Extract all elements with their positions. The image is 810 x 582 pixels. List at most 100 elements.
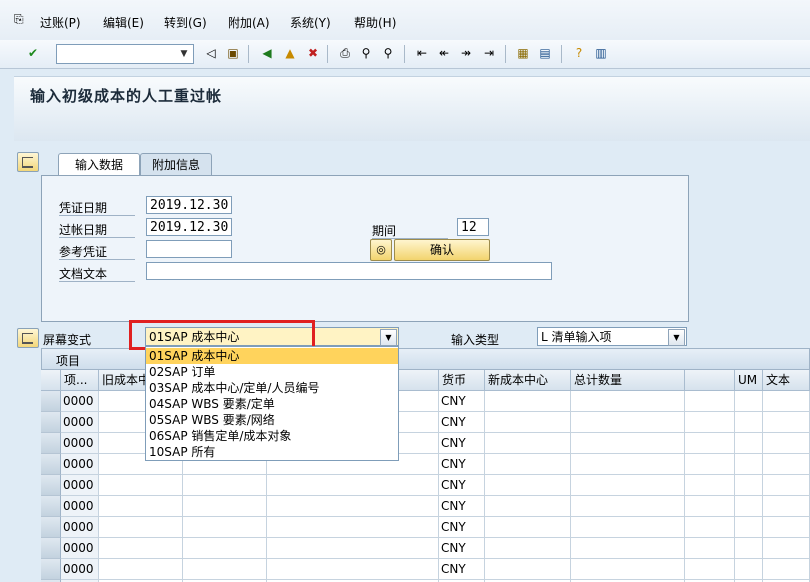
row-selector[interactable] bbox=[41, 538, 61, 559]
dropdown-option[interactable]: 03SAP 成本中心/定单/人员编号 bbox=[146, 380, 398, 396]
table-cell[interactable] bbox=[571, 454, 685, 475]
table-cell[interactable] bbox=[763, 496, 810, 517]
check-icon[interactable]: ✔ bbox=[25, 45, 41, 61]
last-page-icon[interactable]: ⇥ bbox=[481, 45, 497, 61]
input-type-select[interactable]: L 清单输入项 ▼ bbox=[537, 327, 687, 346]
chevron-down-icon[interactable]: ▼ bbox=[668, 329, 685, 346]
dropdown-option[interactable]: 01SAP 成本中心 bbox=[146, 348, 398, 364]
first-page-icon[interactable]: ⇤ bbox=[414, 45, 430, 61]
column-header[interactable]: 货币 bbox=[439, 370, 485, 391]
table-expand-button[interactable] bbox=[17, 328, 39, 348]
column-header[interactable]: 文本 bbox=[763, 370, 810, 391]
table-cell[interactable] bbox=[571, 538, 685, 559]
find-next-icon[interactable]: ⚲ bbox=[380, 45, 396, 61]
table-cell[interactable] bbox=[571, 391, 685, 412]
table-cell[interactable] bbox=[763, 454, 810, 475]
column-header[interactable]: 项... bbox=[61, 370, 99, 391]
table-cell[interactable] bbox=[763, 517, 810, 538]
currency-cell[interactable]: CNY bbox=[439, 559, 485, 580]
row-selector[interactable] bbox=[41, 433, 61, 454]
item-cell[interactable]: 0000 bbox=[61, 475, 99, 496]
dropdown-option[interactable]: 04SAP WBS 要素/定单 bbox=[146, 396, 398, 412]
chevron-down-icon[interactable]: ▼ bbox=[380, 329, 397, 346]
shortcut-icon[interactable]: ▤ bbox=[537, 45, 553, 61]
table-cell[interactable] bbox=[763, 391, 810, 412]
currency-cell[interactable]: CNY bbox=[439, 475, 485, 496]
table-cell[interactable] bbox=[685, 475, 735, 496]
table-cell[interactable] bbox=[267, 559, 439, 580]
row-selector[interactable] bbox=[41, 391, 61, 412]
currency-cell[interactable]: CNY bbox=[439, 412, 485, 433]
table-cell[interactable] bbox=[183, 538, 267, 559]
menu-posting[interactable]: 过账(P) bbox=[40, 14, 81, 31]
row-selector[interactable] bbox=[41, 559, 61, 580]
table-cell[interactable] bbox=[571, 412, 685, 433]
create-session-icon[interactable]: ▦ bbox=[515, 45, 531, 61]
column-header[interactable]: 总计数量 bbox=[571, 370, 685, 391]
posting-date-field[interactable]: 2019.12.30 bbox=[146, 218, 232, 236]
currency-cell[interactable]: CNY bbox=[439, 454, 485, 475]
table-cell[interactable] bbox=[267, 496, 439, 517]
menu-system[interactable]: 系统(Y) bbox=[290, 14, 331, 31]
find-icon[interactable]: ⚲ bbox=[358, 45, 374, 61]
table-cell[interactable] bbox=[685, 559, 735, 580]
table-cell[interactable] bbox=[763, 538, 810, 559]
next-page-icon[interactable]: ↠ bbox=[458, 45, 474, 61]
table-cell[interactable] bbox=[99, 559, 183, 580]
table-cell[interactable] bbox=[267, 517, 439, 538]
tab-additional-info[interactable]: 附加信息 bbox=[140, 153, 212, 176]
currency-cell[interactable]: CNY bbox=[439, 496, 485, 517]
table-cell[interactable] bbox=[571, 475, 685, 496]
layout-icon[interactable]: ▥ bbox=[593, 45, 609, 61]
exit-icon[interactable]: ▲ bbox=[282, 45, 298, 61]
table-cell[interactable] bbox=[571, 517, 685, 538]
back-icon[interactable]: ◀ bbox=[259, 45, 275, 61]
tab-expand-button[interactable] bbox=[17, 152, 39, 172]
menu-goto[interactable]: 转到(G) bbox=[164, 14, 207, 31]
table-cell[interactable] bbox=[267, 538, 439, 559]
table-cell[interactable] bbox=[485, 391, 571, 412]
row-selector[interactable] bbox=[41, 496, 61, 517]
table-cell[interactable] bbox=[735, 433, 763, 454]
print-icon[interactable]: ⎙ bbox=[337, 45, 353, 61]
table-cell[interactable] bbox=[735, 475, 763, 496]
table-cell[interactable] bbox=[735, 559, 763, 580]
table-cell[interactable] bbox=[685, 391, 735, 412]
table-cell[interactable] bbox=[685, 412, 735, 433]
table-cell[interactable] bbox=[485, 496, 571, 517]
dropdown-option[interactable]: 02SAP 订单 bbox=[146, 364, 398, 380]
table-cell[interactable] bbox=[183, 475, 267, 496]
table-cell[interactable] bbox=[735, 391, 763, 412]
save-icon[interactable]: ▣ bbox=[225, 45, 241, 61]
table-cell[interactable] bbox=[735, 496, 763, 517]
table-cell[interactable] bbox=[685, 454, 735, 475]
table-cell[interactable] bbox=[485, 538, 571, 559]
menu-extras[interactable]: 附加(A) bbox=[228, 14, 270, 31]
chevron-down-icon[interactable]: ▼ bbox=[177, 46, 191, 62]
table-cell[interactable] bbox=[485, 517, 571, 538]
dropdown-option[interactable]: 06SAP 销售定单/成本对象 bbox=[146, 428, 398, 444]
table-cell[interactable] bbox=[571, 559, 685, 580]
table-cell[interactable] bbox=[183, 559, 267, 580]
table-cell[interactable] bbox=[183, 517, 267, 538]
table-cell[interactable] bbox=[735, 517, 763, 538]
row-selector[interactable] bbox=[41, 412, 61, 433]
command-field[interactable]: ▼ bbox=[56, 44, 194, 64]
back-triangle-icon[interactable]: ◁ bbox=[203, 45, 219, 61]
column-selector[interactable] bbox=[41, 370, 61, 391]
table-cell[interactable] bbox=[763, 412, 810, 433]
table-cell[interactable] bbox=[99, 538, 183, 559]
column-header[interactable]: 新成本中心 bbox=[485, 370, 571, 391]
table-cell[interactable] bbox=[735, 454, 763, 475]
table-cell[interactable] bbox=[685, 433, 735, 454]
table-cell[interactable] bbox=[763, 559, 810, 580]
item-cell[interactable]: 0000 bbox=[61, 454, 99, 475]
table-cell[interactable] bbox=[571, 433, 685, 454]
doc-date-field[interactable]: 2019.12.30 bbox=[146, 196, 232, 214]
period-field[interactable]: 12 bbox=[457, 218, 489, 236]
menu-edit[interactable]: 编辑(E) bbox=[103, 14, 144, 31]
table-cell[interactable] bbox=[485, 475, 571, 496]
prev-page-icon[interactable]: ↞ bbox=[436, 45, 452, 61]
table-cell[interactable] bbox=[735, 412, 763, 433]
table-cell[interactable] bbox=[735, 538, 763, 559]
